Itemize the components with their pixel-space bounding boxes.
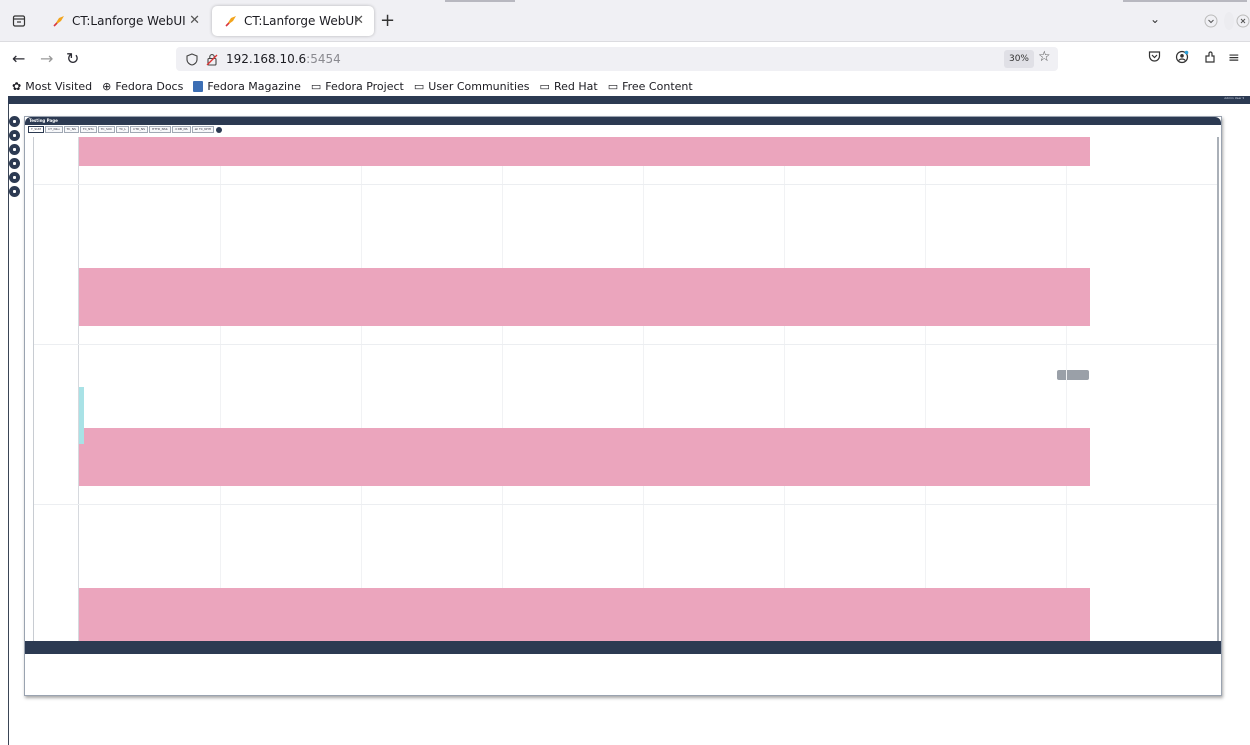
folder-icon: ▭ [310, 79, 322, 93]
list-all-tabs-chevron-icon[interactable]: ⌄ [1150, 12, 1160, 26]
sidebar-home-icon[interactable] [9, 116, 20, 127]
browser-nav-bar: ← → ↻ 192.168.10.6 :5454 30% ☆ ≡ [0, 42, 1250, 76]
bookmark-fedora-docs[interactable]: ⊕ Fedora Docs [102, 80, 183, 93]
user-menu[interactable]: Admin User ▾ [1224, 96, 1244, 100]
add-subtab-icon[interactable] [216, 127, 223, 133]
lanforge-favicon-icon [53, 16, 64, 27]
pocket-icon[interactable] [1148, 50, 1161, 67]
browser-tab-1[interactable]: CT:Lanforge WebUI ✕ [40, 6, 210, 36]
subtab[interactable]: CT_Nbu [45, 126, 63, 133]
panel-title: Testing Page [29, 118, 58, 123]
tab-title: CT:Lanforge WebUI [244, 14, 358, 28]
chart-bar[interactable] [79, 268, 1090, 326]
chart-vertical-gridline [1066, 137, 1067, 641]
browser-tab-2[interactable]: CT:Lanforge WebUI ✕ [212, 6, 374, 36]
new-tab-button[interactable]: + [380, 10, 395, 31]
bookmark-fedora-project[interactable]: ▭ Fedora Project [311, 80, 404, 93]
bookmark-fedora-magazine[interactable]: Fedora Magazine [193, 80, 301, 93]
chart-vertical-gridline [784, 137, 785, 641]
subtab[interactable]: T_SUM [28, 126, 45, 133]
forward-arrow-icon[interactable]: → [40, 49, 53, 68]
bookmark-most-visited[interactable]: ✿ Most Visited [12, 80, 92, 93]
hamburger-menu-icon[interactable]: ≡ [1228, 50, 1240, 66]
subtab[interactable]: TC_SUC [97, 126, 116, 133]
panel-footer [25, 641, 1221, 654]
bookmark-star-icon[interactable]: ☆ [1038, 49, 1051, 65]
subtab[interactable]: d DB_NS [171, 126, 191, 133]
tab-strip-indicator [445, 0, 515, 2]
chart-horizontal-gridline [34, 184, 1217, 185]
bookmark-free-content[interactable]: ▭ Free Content [608, 80, 693, 93]
sidebar-settings-icon[interactable] [9, 172, 20, 183]
chart-vertical-gridline [643, 137, 644, 641]
bookmark-label: Fedora Magazine [207, 79, 301, 93]
gear-icon: ✿ [12, 79, 22, 93]
extensions-icon[interactable] [1203, 50, 1217, 68]
sidebar-logout-icon[interactable] [9, 186, 20, 197]
sidebar-chart-icon[interactable] [9, 158, 20, 169]
bookmark-red-hat[interactable]: ▭ Red Hat [540, 80, 598, 93]
bookmark-label: User Communities [428, 79, 530, 93]
url-host: 192.168.10.6 [226, 52, 307, 66]
tab-strip-indicator-right [1123, 0, 1247, 2]
bookmark-label: Fedora Docs [115, 79, 184, 93]
back-arrow-icon[interactable]: ← [12, 49, 25, 68]
magazine-icon [193, 80, 204, 92]
chart-vertical-gridline [361, 137, 362, 641]
chart-bar[interactable] [79, 137, 1090, 166]
bookmark-user-communities[interactable]: ▭ User Communities [414, 80, 530, 93]
app-sidebar [9, 116, 21, 200]
bookmarks-toolbar: ✿ Most Visited ⊕ Fedora Docs Fedora Maga… [0, 76, 1250, 96]
bookmark-label: Red Hat [553, 79, 598, 93]
chart-subtabs: T_SUM CT_Nbu TC_NS TC_NTu TC_SUC TC_L CT… [28, 126, 223, 133]
subtab[interactable]: TC_NTu [79, 126, 97, 133]
sidebar-ports-icon[interactable] [9, 130, 20, 141]
account-icon[interactable] [1175, 50, 1189, 68]
folder-icon: ▭ [539, 79, 550, 93]
folder-icon: ▭ [413, 79, 425, 93]
close-tab-icon[interactable]: ✕ [189, 13, 200, 28]
minimize-window-icon[interactable] [1202, 12, 1220, 30]
bookmark-label: Fedora Project [325, 79, 404, 93]
tracking-shield-icon[interactable] [186, 52, 198, 66]
chart-vertical-gridline [502, 137, 503, 641]
tab-list-icon [12, 15, 26, 27]
testing-page-panel: Testing Page T_SUM CT_Nbu TC_NS TC_NTu T… [24, 116, 1222, 696]
subtab[interactable]: CTD_NS [130, 126, 148, 133]
zoom-level-button[interactable]: 30% [1004, 50, 1034, 68]
bookmark-label: Most Visited [25, 79, 93, 93]
reload-icon[interactable]: ↻ [66, 49, 79, 68]
subtab[interactable]: all TC_NHH [191, 126, 215, 133]
chart-area [33, 137, 1219, 641]
chart-vertical-gridline [220, 137, 221, 641]
close-window-icon[interactable] [1234, 12, 1250, 30]
chart-horizontal-gridline [34, 344, 1217, 345]
url-port: :5454 [306, 52, 341, 66]
close-tab-icon[interactable]: ✕ [353, 13, 364, 28]
chart-bar[interactable] [79, 428, 1090, 486]
bookmark-label: Free Content [622, 79, 693, 93]
lanforge-favicon-icon [225, 16, 236, 27]
tab-title: CT:Lanforge WebUI [72, 14, 186, 28]
subtab[interactable]: TC_L [116, 126, 130, 133]
url-bar[interactable]: 192.168.10.6 :5454 30% ☆ [176, 47, 1058, 71]
maximize-window-icon[interactable] [1224, 12, 1234, 30]
chart-bar[interactable] [79, 588, 1090, 641]
insecure-lock-icon[interactable] [206, 53, 218, 66]
chart-horizontal-gridline [34, 504, 1217, 505]
tab-list-button[interactable] [8, 10, 30, 32]
panel-header: Testing Page [25, 117, 1221, 125]
subtab[interactable]: HTTD_NSb [148, 126, 171, 133]
chart-tooltip [1057, 370, 1089, 380]
app-top-bar: Admin User ▾ [8, 96, 1250, 104]
folder-icon: ▭ [607, 79, 619, 93]
chart-highlight-marker [79, 387, 84, 444]
sidebar-layer3-icon[interactable] [9, 144, 20, 155]
globe-icon: ⊕ [102, 79, 112, 93]
chart-vertical-gridline [925, 137, 926, 641]
subtab[interactable]: TC_NS [63, 126, 79, 133]
browser-tab-bar: CT:Lanforge WebUI ✕ CT:Lanforge WebUI ✕ … [0, 0, 1250, 42]
